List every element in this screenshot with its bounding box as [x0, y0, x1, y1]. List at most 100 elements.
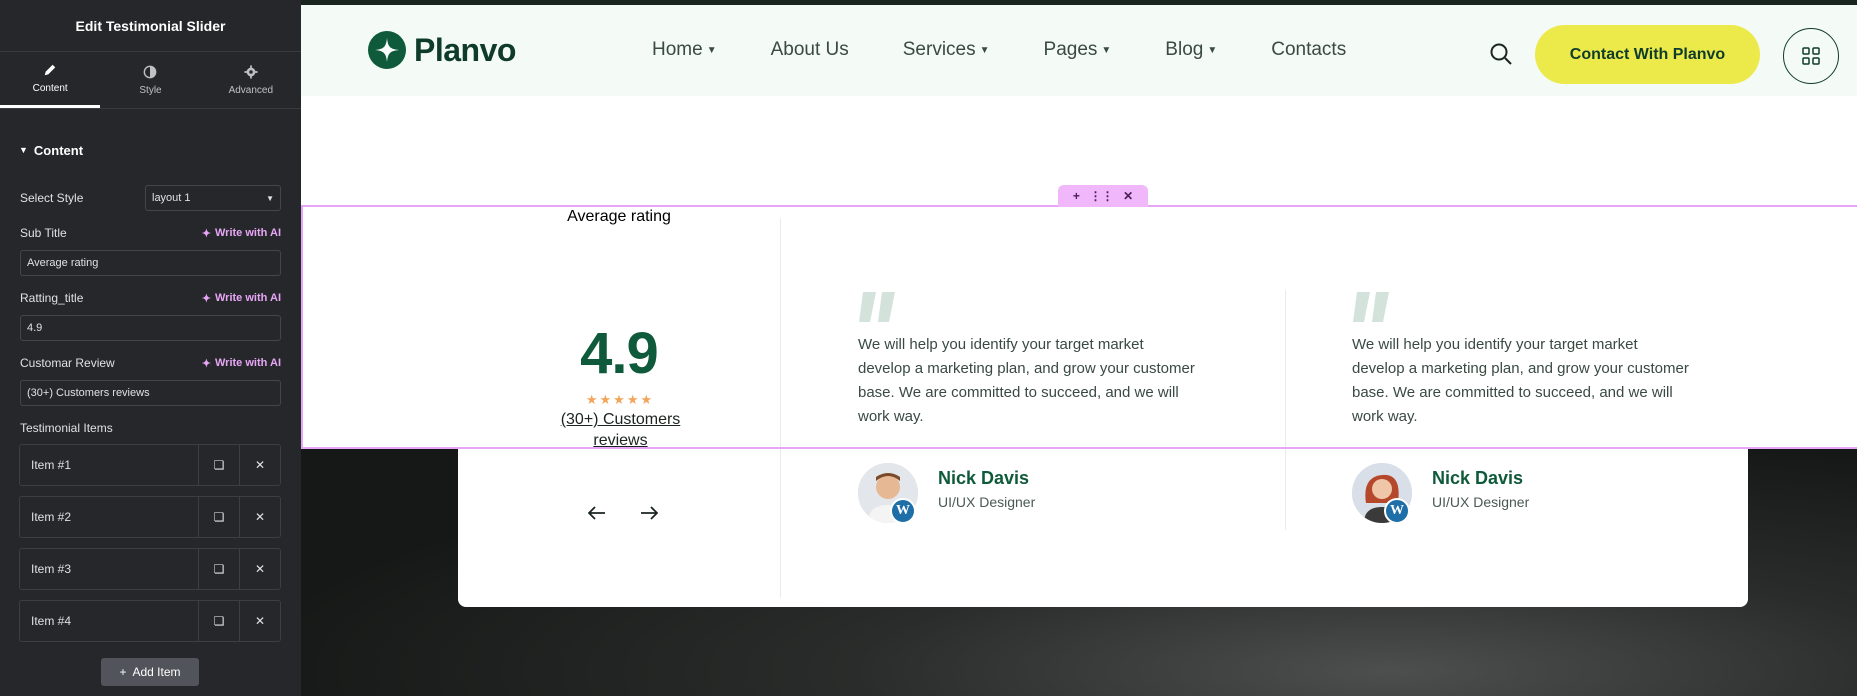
items-label: Testimonial Items [20, 421, 113, 435]
average-rating-title[interactable]: Average rating [458, 208, 780, 226]
select-style-dropdown[interactable]: layout 1 ▼ [145, 185, 281, 211]
add-section-icon[interactable]: + [1073, 189, 1080, 203]
ratting-title-label: Ratting_title [20, 291, 84, 305]
quote-icon [1353, 292, 1389, 322]
close-icon[interactable]: ✕ [239, 445, 280, 485]
nav-label: Pages [1043, 39, 1098, 60]
half-circle-icon [144, 65, 157, 78]
plus-icon: + [119, 665, 127, 679]
logo[interactable]: Planvo [368, 31, 516, 69]
sub-title-input[interactable]: Average rating [20, 250, 281, 276]
gear-icon [244, 64, 258, 79]
add-item-button[interactable]: + Add Item [101, 658, 199, 686]
duplicate-icon[interactable]: ❏ [198, 549, 239, 589]
sparkle-icon: ✦ [201, 227, 211, 240]
section-handle[interactable]: + ⋮⋮ ✕ [1058, 185, 1148, 207]
testimonial-quote: We will help you identify your target ma… [1352, 336, 1689, 425]
panel-title: Edit Testimonial Slider [0, 0, 301, 52]
item-name: Item #3 [31, 562, 72, 576]
write-ai-button[interactable]: ✦ Write with AI [202, 292, 281, 305]
customar-review-input[interactable]: (30+) Customers reviews [20, 380, 281, 406]
nav-contacts[interactable]: Contacts [1271, 39, 1346, 61]
ratting-title-input[interactable]: 4.9 [20, 315, 281, 341]
person-role: UI/UX Designer [938, 494, 1036, 510]
duplicate-icon[interactable]: ❏ [198, 601, 239, 641]
caret-down-icon: ▼ [19, 145, 28, 155]
chevron-down-icon: ▼ [1207, 44, 1218, 56]
select-style-label: Select Style [20, 191, 84, 205]
duplicate-icon[interactable]: ❏ [198, 497, 239, 537]
repeater-item[interactable]: Item #4 ❏ ✕ [19, 600, 281, 642]
add-item-label: Add Item [132, 665, 181, 679]
tab-style-label: Style [139, 84, 162, 96]
wordpress-icon: W [1384, 498, 1410, 524]
star-icon: ★ [613, 392, 625, 407]
drag-handle-icon[interactable]: ⋮⋮ [1089, 189, 1113, 203]
chevron-down-icon: ▼ [1101, 44, 1112, 56]
item-name: Item #4 [31, 614, 72, 628]
tab-advanced[interactable]: Advanced [201, 52, 301, 108]
item-name: Item #2 [31, 510, 72, 524]
nav-blog[interactable]: Blog ▼ [1165, 39, 1217, 61]
chevron-down-icon: ▼ [266, 193, 274, 203]
section-title: Content [33, 142, 84, 158]
repeater-item[interactable]: Item #3 ❏ ✕ [19, 548, 281, 590]
ratting-title-row: Ratting_title ✦ Write with AI [20, 288, 281, 308]
nav-label: Contacts [1271, 39, 1347, 60]
write-ai-button[interactable]: ✦ Write with AI [202, 357, 281, 370]
grid-menu-icon[interactable] [1783, 28, 1839, 84]
person-role: UI/UX Designer [1432, 494, 1530, 510]
customar-review-row: Customar Review ✦ Write with AI [20, 353, 281, 373]
pencil-icon [44, 64, 56, 76]
reviews-link[interactable]: (30+) Customers reviews [548, 409, 693, 451]
repeater-item[interactable]: Item #1 ❏ ✕ [19, 444, 281, 486]
divider [780, 218, 781, 598]
person-name: Nick Davis [938, 468, 1030, 488]
close-icon[interactable]: ✕ [239, 497, 280, 537]
nav-pages[interactable]: Pages ▼ [1044, 39, 1112, 61]
sparkle-icon: ✦ [201, 292, 211, 305]
nav-label: Home [652, 39, 703, 60]
chevron-down-icon: ▼ [979, 44, 990, 56]
star-icon: ★ [640, 392, 653, 407]
tab-style[interactable]: Style [100, 52, 200, 108]
close-icon[interactable]: ✕ [239, 601, 280, 641]
logo-icon [368, 31, 406, 69]
star-icon: ★ [585, 392, 598, 407]
contact-button[interactable]: Contact With Planvo [1535, 25, 1760, 84]
tab-content[interactable]: Content [0, 52, 101, 108]
wordpress-icon: W [890, 498, 916, 524]
nav-services[interactable]: Services ▼ [903, 39, 990, 61]
person-name: Nick Davis [1432, 468, 1524, 488]
tab-content-label: Content [32, 83, 68, 94]
slider-arrows [587, 506, 659, 525]
write-ai-button[interactable]: ✦ Write with AI [202, 227, 281, 240]
star-icon: ★ [626, 392, 639, 407]
quote-icon [859, 292, 895, 322]
chevron-down-icon: ▼ [706, 44, 717, 56]
write-ai-label: Write with AI [215, 292, 281, 304]
logo-text: Planvo [414, 31, 516, 68]
select-style-value: layout 1 [152, 192, 191, 204]
site-header: Planvo Home ▼ About Us Services ▼ Pages ▼ B… [301, 5, 1857, 96]
delete-section-icon[interactable]: ✕ [1123, 189, 1133, 203]
sub-title-label: Sub Title [20, 226, 67, 240]
selection-outline [301, 447, 1857, 449]
sparkle-icon: ✦ [201, 357, 211, 370]
star-icon: ★ [599, 392, 612, 407]
testimonial-quote: We will help you identify your target ma… [858, 336, 1195, 425]
nav-home[interactable]: Home ▼ [652, 39, 717, 61]
repeater-item[interactable]: Item #2 ❏ ✕ [19, 496, 281, 538]
arrow-right-icon[interactable] [640, 506, 659, 525]
content-section-toggle[interactable]: ▼ Content [0, 130, 301, 170]
rating-value: 4.9 [580, 321, 659, 386]
search-icon[interactable] [1489, 42, 1513, 71]
panel-tabs: Content Style Advanced [0, 52, 301, 109]
arrow-left-icon[interactable] [587, 506, 606, 525]
divider [1285, 290, 1286, 530]
nav-about-us[interactable]: About Us [771, 39, 849, 61]
duplicate-icon[interactable]: ❏ [198, 445, 239, 485]
write-ai-label: Write with AI [215, 227, 281, 239]
selection-outline [301, 205, 303, 449]
close-icon[interactable]: ✕ [239, 549, 280, 589]
